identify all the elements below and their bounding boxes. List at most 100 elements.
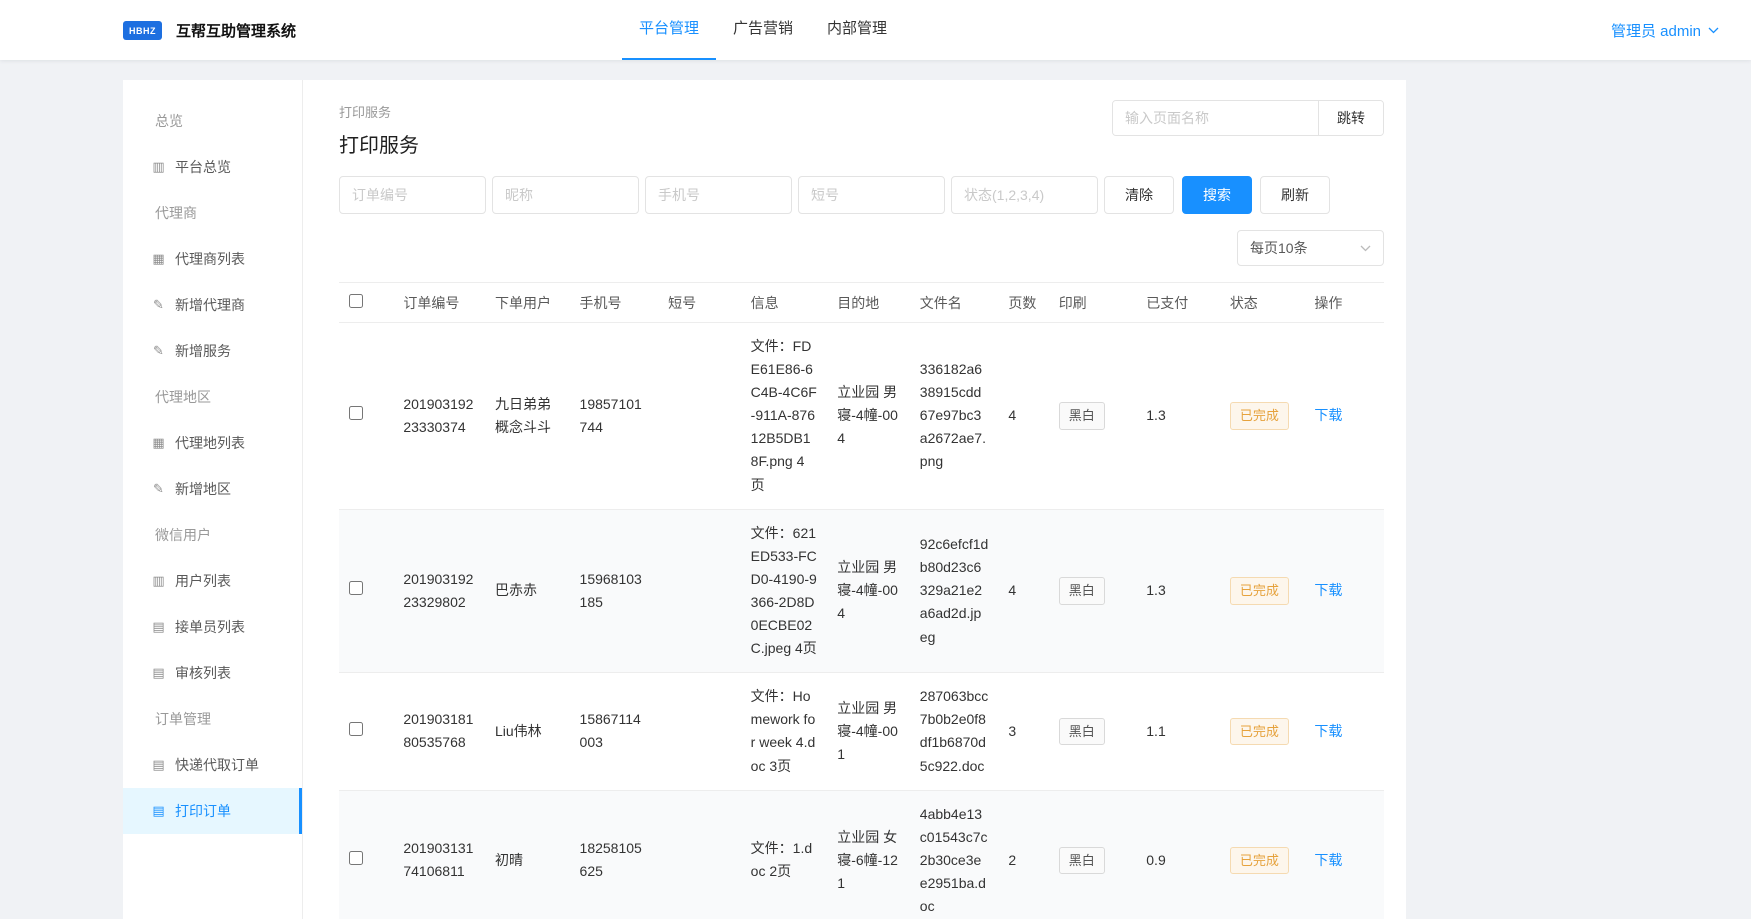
- nav-tab-1[interactable]: 平台管理: [622, 0, 716, 60]
- cell-print-type: 黑白: [1049, 509, 1137, 673]
- sidebar-item-label: 代理商列表: [175, 249, 245, 269]
- sidebar-item-9[interactable]: ✎ 新增地区: [123, 466, 302, 512]
- header-cell-4: 短号: [658, 283, 741, 323]
- cell-action: 下载: [1304, 673, 1384, 790]
- refresh-button[interactable]: 刷新: [1260, 176, 1330, 214]
- cell-info: 文件：621ED533-FCD0-4190-9366-2D8D0ECBE02C.…: [741, 509, 828, 673]
- sidebar-item-4[interactable]: ▦ 代理商列表: [123, 236, 302, 282]
- sidebar-item-label: 新增代理商: [175, 295, 245, 315]
- sidebar-item-label: 代理地列表: [175, 433, 245, 453]
- list-icon: ▤: [151, 757, 166, 773]
- filter-input-3[interactable]: [645, 176, 792, 214]
- filter-bar: 清除 搜索 刷新: [339, 176, 1384, 214]
- cell-order-no: 20190313174106811: [393, 790, 485, 919]
- row-checkbox[interactable]: [349, 851, 363, 865]
- cell-destination: 立业园 女寝-6幢-121: [827, 790, 910, 919]
- bar-chart-icon: ▥: [151, 159, 166, 175]
- header-cell-checkbox: [339, 283, 393, 323]
- calendar-icon: ▦: [151, 435, 166, 451]
- filter-input-5[interactable]: [951, 176, 1098, 214]
- filter-input-4[interactable]: [798, 176, 945, 214]
- filter-input-1[interactable]: [339, 176, 486, 214]
- filter-input-2[interactable]: [492, 176, 639, 214]
- header-cell-2: 下单用户: [485, 283, 570, 323]
- app-title: 互帮互助管理系统: [176, 20, 296, 41]
- topbar: HBHZ 互帮互助管理系统 平台管理广告营销内部管理 管理员 admin: [0, 0, 1751, 60]
- download-link[interactable]: 下载: [1314, 852, 1342, 868]
- sidebar-item-label: 用户列表: [175, 571, 231, 591]
- page-size-label: 每页10条: [1250, 238, 1308, 258]
- cell-status: 已完成: [1220, 509, 1305, 673]
- print-type-tag: 黑白: [1059, 847, 1105, 874]
- sidebar-section-10: 微信用户: [123, 512, 302, 558]
- table-row: 20190319223330374九日弟弟概念斗斗19857101744文件：F…: [339, 323, 1384, 510]
- cell-phone: 15968103185: [570, 509, 659, 673]
- sidebar-item-label: 新增地区: [175, 479, 231, 499]
- chevron-down-icon: [1360, 245, 1371, 252]
- sidebar-menu: 总览▥平台总览代理商▦代理商列表✎新增代理商✎新增服务代理地区▦代理地列表✎新增…: [123, 80, 303, 919]
- row-checkbox[interactable]: [349, 581, 363, 595]
- cell-info: 文件：Homework for week 4.doc 3页: [741, 673, 828, 790]
- download-link[interactable]: 下载: [1314, 723, 1342, 739]
- sidebar-item-16[interactable]: ▤打印订单: [123, 788, 302, 834]
- print-type-tag: 黑白: [1059, 402, 1105, 429]
- cell-print-type: 黑白: [1049, 323, 1137, 510]
- download-link[interactable]: 下载: [1314, 582, 1342, 598]
- sidebar-item-12[interactable]: ▤ 接单员列表: [123, 604, 302, 650]
- table-row: 20190319223329802巴赤赤15968103185文件：621ED5…: [339, 509, 1384, 673]
- sidebar-item-11[interactable]: ▥用户列表: [123, 558, 302, 604]
- print-type-tag: 黑白: [1059, 718, 1105, 745]
- nav-tab-2[interactable]: 广告营销: [716, 0, 810, 60]
- status-badge: 已完成: [1230, 402, 1289, 429]
- nav-tab-3[interactable]: 内部管理: [810, 0, 904, 60]
- header-cell-5: 信息: [741, 283, 828, 323]
- sidebar-item-13[interactable]: ▤审核列表: [123, 650, 302, 696]
- sidebar-item-label: 接单员列表: [175, 617, 245, 637]
- sidebar-item-15[interactable]: ▤快递代取订单: [123, 742, 302, 788]
- edit-icon: ✎: [151, 297, 166, 313]
- header-cell-1: 订单编号: [393, 283, 485, 323]
- print-type-tag: 黑白: [1059, 577, 1105, 604]
- header-cell-6: 目的地: [827, 283, 910, 323]
- cell-print-type: 黑白: [1049, 790, 1137, 919]
- row-checkbox[interactable]: [349, 722, 363, 736]
- cell-short-no: [658, 790, 741, 919]
- row-checkbox[interactable]: [349, 406, 363, 420]
- edit-icon: ✎: [151, 481, 166, 497]
- sidebar-item-6[interactable]: ✎新增服务: [123, 328, 302, 374]
- admin-menu[interactable]: 管理员 admin: [1611, 0, 1719, 60]
- cell-checkbox: [339, 509, 393, 673]
- filter-inputs: [339, 176, 1098, 214]
- cell-destination: 立业园 男寝-4幢-001: [827, 673, 910, 790]
- sidebar-item-2[interactable]: ▥ 平台总览: [123, 144, 302, 190]
- cell-user: 九日弟弟概念斗斗: [485, 323, 570, 510]
- sidebar-item-5[interactable]: ✎ 新增代理商: [123, 282, 302, 328]
- page-size-select[interactable]: 每页10条: [1237, 230, 1384, 266]
- sidebar-item-label: 审核列表: [175, 663, 231, 683]
- list-icon: ▤: [151, 619, 166, 635]
- cell-status: 已完成: [1220, 323, 1305, 510]
- sidebar-item-label: 平台总览: [175, 157, 231, 177]
- chevron-down-icon: [1708, 27, 1719, 34]
- select-all-checkbox[interactable]: [349, 294, 363, 308]
- cell-filename: 4abb4e13c01543c7c2b30ce3ee2951ba.doc: [910, 790, 999, 919]
- calendar-icon: ▦: [151, 251, 166, 267]
- header-cell-12: 操作: [1304, 283, 1384, 323]
- page-name-input[interactable]: [1113, 101, 1318, 135]
- download-link[interactable]: 下载: [1314, 407, 1342, 423]
- jump-button[interactable]: 跳转: [1318, 101, 1383, 135]
- cell-checkbox: [339, 673, 393, 790]
- clear-button[interactable]: 清除: [1104, 176, 1174, 214]
- header-cell-10: 已支付: [1136, 283, 1220, 323]
- search-button[interactable]: 搜索: [1182, 176, 1252, 214]
- cell-user: 巴赤赤: [485, 509, 570, 673]
- cell-status: 已完成: [1220, 790, 1305, 919]
- cell-short-no: [658, 323, 741, 510]
- cell-action: 下载: [1304, 509, 1384, 673]
- top-nav: 平台管理广告营销内部管理: [622, 0, 904, 60]
- cell-filename: 287063bcc7b0b2e0f8df1b6870d5c922.doc: [910, 673, 999, 790]
- cell-status: 已完成: [1220, 673, 1305, 790]
- cell-filename: 92c6efcf1db80d23c6329a21e2a6ad2d.jpeg: [910, 509, 999, 673]
- status-badge: 已完成: [1230, 718, 1289, 745]
- sidebar-item-8[interactable]: ▦ 代理地列表: [123, 420, 302, 466]
